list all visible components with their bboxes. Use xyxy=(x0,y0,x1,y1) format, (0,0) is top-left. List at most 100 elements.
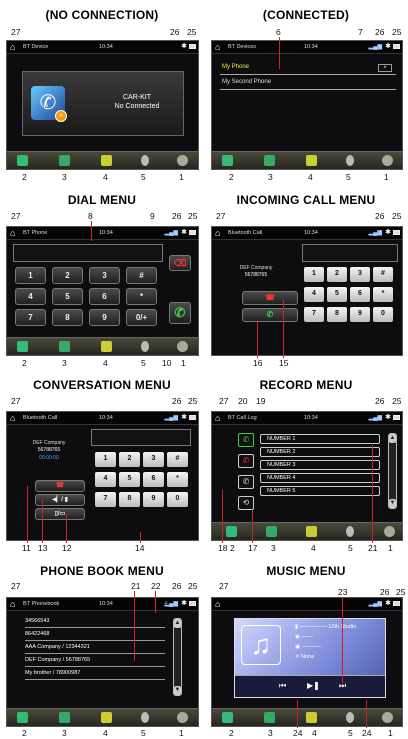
previous-track-icon[interactable]: ⏮ xyxy=(279,681,286,691)
home-icon[interactable]: ⌂ xyxy=(10,599,15,609)
phone-nav-icon[interactable] xyxy=(17,712,28,723)
home-icon[interactable]: ⌂ xyxy=(215,42,220,52)
contacts-nav-icon[interactable] xyxy=(101,341,112,352)
music-nav-icon[interactable] xyxy=(141,155,149,166)
contacts-scrollbar[interactable]: ▲ ▼ xyxy=(173,618,182,696)
keypad-key[interactable]: 8 xyxy=(327,307,347,322)
received-calls-icon[interactable]: ✆ xyxy=(238,475,254,489)
keypad-key[interactable]: # xyxy=(167,452,188,467)
keypad-key[interactable]: 5 xyxy=(327,287,347,302)
keypad-key[interactable]: # xyxy=(126,267,157,284)
keypad-key[interactable]: 3 xyxy=(143,452,164,467)
play-pause-icon[interactable]: ▶❚ xyxy=(307,681,320,690)
dialed-calls-icon[interactable]: ✆ xyxy=(238,433,254,447)
keypad-key[interactable]: 6 xyxy=(143,472,164,487)
keypad-key[interactable]: 9 xyxy=(350,307,370,322)
scroll-down-icon[interactable]: ▼ xyxy=(389,499,396,508)
music-nav-icon[interactable] xyxy=(141,341,149,352)
device-row-selected[interactable]: My Phone × xyxy=(220,64,396,75)
keypad-key[interactable]: * xyxy=(373,287,393,302)
contact-row[interactable]: My brother / 78900987 xyxy=(25,670,165,680)
keypad-key[interactable]: 9 xyxy=(143,492,164,507)
scroll-up-icon[interactable]: ▲ xyxy=(389,434,396,443)
settings-nav-icon[interactable] xyxy=(177,712,188,723)
music-nav-icon[interactable] xyxy=(346,712,354,723)
contacts-nav-icon[interactable] xyxy=(101,712,112,723)
backspace-button[interactable]: ⌫ xyxy=(169,255,191,271)
phone-nav-icon[interactable] xyxy=(17,341,28,352)
contact-row[interactable]: 34566543 xyxy=(25,618,165,628)
phone-nav-icon[interactable] xyxy=(226,526,237,537)
contacts-nav-icon[interactable] xyxy=(306,712,317,723)
missed-calls-icon[interactable]: ✆ xyxy=(238,454,254,468)
log-entry[interactable]: NUMBER 5 xyxy=(260,486,380,496)
music-nav-icon[interactable] xyxy=(141,712,149,723)
keypad-key[interactable]: 7 xyxy=(15,309,46,326)
keypad-key[interactable]: 1 xyxy=(95,452,116,467)
keypad-key[interactable]: 6 xyxy=(350,287,370,302)
keypad-key[interactable]: 8 xyxy=(119,492,140,507)
call-nav-icon[interactable] xyxy=(266,526,277,537)
log-entry[interactable]: NUMBER 2 xyxy=(260,447,380,457)
keypad-key[interactable]: 4 xyxy=(304,287,324,302)
log-entry[interactable]: NUMBER 3 xyxy=(260,460,380,470)
settings-nav-icon[interactable] xyxy=(177,341,188,352)
settings-nav-icon[interactable] xyxy=(177,155,188,166)
keypad-key[interactable]: 9 xyxy=(89,309,120,326)
keypad-key[interactable]: 2 xyxy=(119,452,140,467)
contact-row[interactable]: DEF Company / 56788765 xyxy=(25,657,165,667)
home-icon[interactable]: ⌂ xyxy=(215,599,220,609)
reject-call-button[interactable]: ☎ xyxy=(242,291,298,305)
hangup-button[interactable]: ☎ xyxy=(35,480,85,492)
keypad-key[interactable]: * xyxy=(126,288,157,305)
keypad-key[interactable]: 5 xyxy=(52,288,83,305)
contacts-nav-icon[interactable] xyxy=(306,526,317,537)
keypad-key[interactable]: 4 xyxy=(15,288,46,305)
music-nav-icon[interactable] xyxy=(346,155,354,166)
call-nav-icon[interactable] xyxy=(264,155,275,166)
keypad-key[interactable]: * xyxy=(167,472,188,487)
dial-call-button[interactable]: ✆ xyxy=(169,302,191,324)
home-icon[interactable]: ⌂ xyxy=(10,413,15,423)
contact-row[interactable]: 86422468 xyxy=(25,631,165,641)
keypad-key[interactable]: 7 xyxy=(95,492,116,507)
scroll-down-icon[interactable]: ▼ xyxy=(174,686,181,695)
phone-nav-icon[interactable] xyxy=(222,155,233,166)
keypad-key[interactable]: # xyxy=(373,267,393,282)
settings-nav-icon[interactable] xyxy=(382,712,393,723)
music-nav-icon[interactable] xyxy=(346,526,354,537)
keypad-key[interactable]: 1 xyxy=(304,267,324,282)
log-entry[interactable]: NUMBER 4 xyxy=(260,473,380,483)
phone-nav-icon[interactable] xyxy=(222,712,233,723)
device-row[interactable]: My Second Phone xyxy=(220,79,396,90)
keypad-key[interactable]: 0 xyxy=(373,307,393,322)
home-icon[interactable]: ⌂ xyxy=(10,42,15,52)
keypad-key[interactable]: 0 xyxy=(167,492,188,507)
keypad-key[interactable]: 5 xyxy=(119,472,140,487)
keypad-key[interactable]: 6 xyxy=(89,288,120,305)
keypad-key[interactable]: 1 xyxy=(15,267,46,284)
call-nav-icon[interactable] xyxy=(59,155,70,166)
home-icon[interactable]: ⌂ xyxy=(215,413,220,423)
call-nav-icon[interactable] xyxy=(264,712,275,723)
contacts-nav-icon[interactable] xyxy=(101,155,112,166)
keypad-key[interactable]: 2 xyxy=(52,267,83,284)
answer-call-button[interactable]: ✆ xyxy=(242,308,298,322)
keypad-key[interactable]: 7 xyxy=(304,307,324,322)
keypad-key[interactable]: 4 xyxy=(95,472,116,487)
keypad-key[interactable]: 3 xyxy=(89,267,120,284)
keypad-key[interactable]: 8 xyxy=(52,309,83,326)
home-icon[interactable]: ⌂ xyxy=(215,228,220,238)
call-nav-icon[interactable] xyxy=(59,341,70,352)
log-scrollbar[interactable]: ▲ ▼ xyxy=(388,433,397,509)
keypad-key[interactable]: 3 xyxy=(350,267,370,282)
keypad-key[interactable]: 0/+ xyxy=(126,309,157,326)
delete-log-icon[interactable]: ⟲ xyxy=(238,496,254,510)
phone-nav-icon[interactable] xyxy=(17,155,28,166)
log-entry[interactable]: NUMBER 1 xyxy=(260,434,380,444)
contact-row[interactable]: AAA Company / 12344321 xyxy=(25,644,165,654)
settings-nav-icon[interactable] xyxy=(382,155,393,166)
call-nav-icon[interactable] xyxy=(59,712,70,723)
scroll-up-icon[interactable]: ▲ xyxy=(174,619,181,628)
keypad-key[interactable]: 2 xyxy=(327,267,347,282)
